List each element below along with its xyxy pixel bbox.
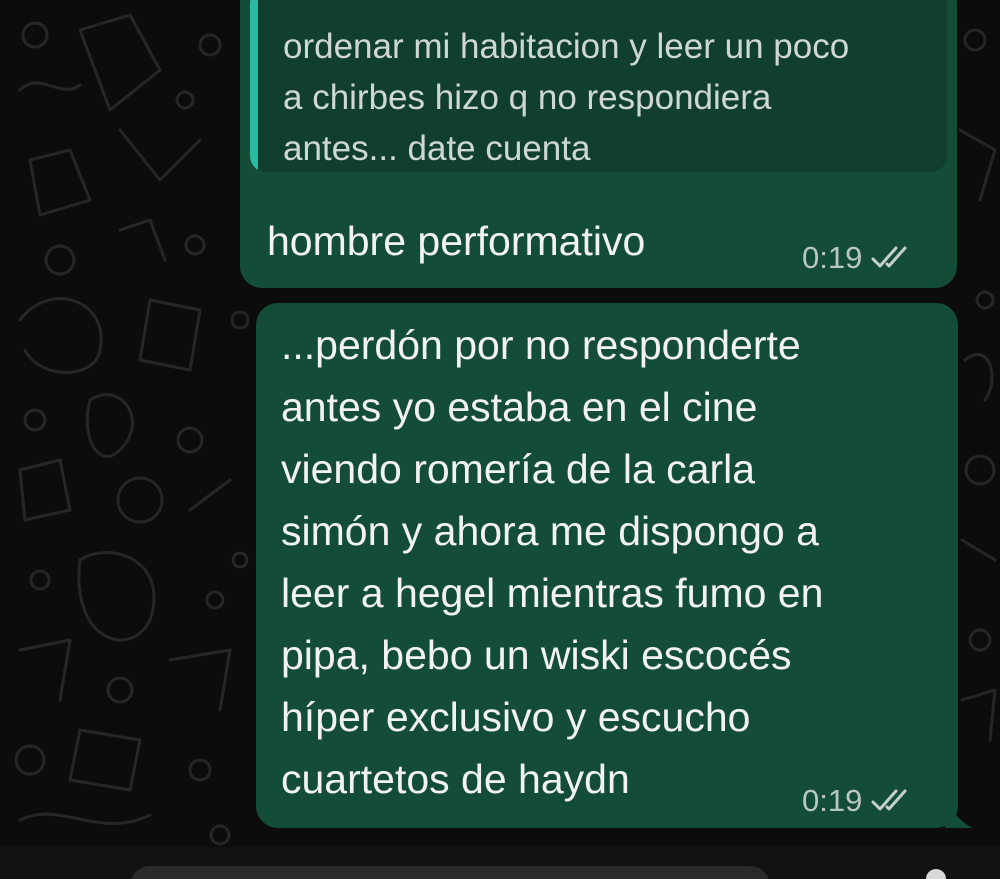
message-text: ...perdón por no responderte antes yo es… [281,322,824,802]
quoted-message[interactable]: ordenar mi habitacion y leer un poco a c… [250,0,947,172]
message-input[interactable] [130,866,770,879]
message-text: hombre performativo [267,218,646,264]
outgoing-message-bubble[interactable]: ...perdón por no responderte antes yo es… [256,303,958,828]
bubble-tail [945,804,973,828]
outgoing-message-bubble[interactable]: ordenar mi habitacion y leer un poco a c… [240,0,957,288]
message-meta: 0:19 [802,783,914,819]
message-time: 0:19 [802,783,863,818]
quoted-message-text: ordenar mi habitacion y leer un poco a c… [283,27,850,168]
quote-accent-bar [250,0,258,172]
chat-view: ordenar mi habitacion y leer un poco a c… [0,0,1000,879]
double-check-icon [871,246,907,268]
message-time: 0:19 [802,240,863,275]
double-check-icon [871,789,907,811]
message-meta: 0:19 [802,240,914,276]
